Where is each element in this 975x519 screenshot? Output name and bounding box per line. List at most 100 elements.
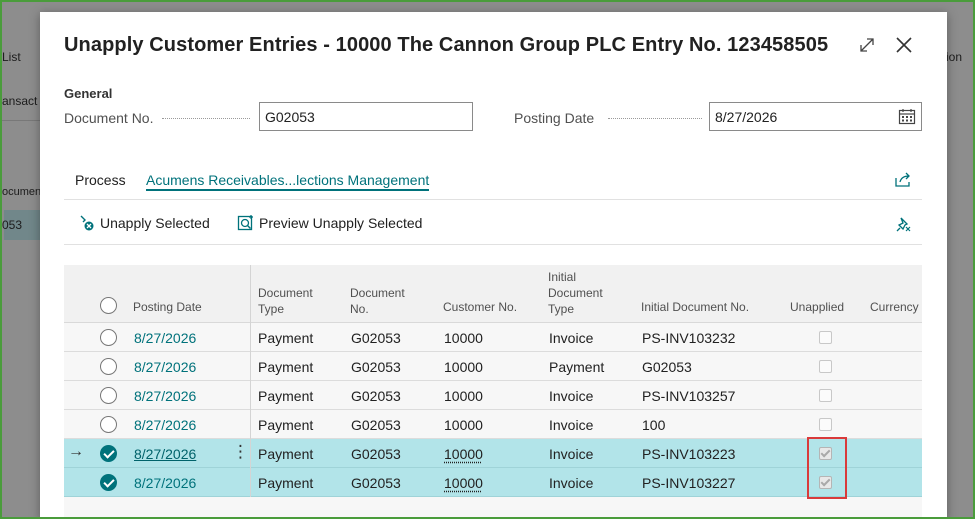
customer-no-cell[interactable]: 10000	[444, 446, 483, 462]
customer-no-cell: 10000	[444, 359, 483, 375]
posting-date-field[interactable]	[709, 102, 922, 131]
row-select-radio[interactable]	[100, 387, 117, 404]
pin-button[interactable]	[895, 215, 913, 238]
posting-date-cell[interactable]: 8/27/2026	[134, 388, 196, 404]
tabs-divider	[64, 199, 922, 200]
col-divider	[250, 439, 251, 468]
customer-no-cell: 10000	[444, 417, 483, 433]
row-select-radio[interactable]	[100, 416, 117, 433]
col-divider	[250, 352, 251, 381]
document-no-cell: G02053	[351, 388, 401, 404]
initial-document-type-cell: Payment	[549, 359, 605, 375]
table-row[interactable]: → 8/27/2026 ⋮ Payment G02053 10000 Invoi…	[64, 439, 922, 468]
document-no-cell: G02053	[351, 417, 401, 433]
annotation-highlight-box	[807, 437, 847, 499]
unapplied-checkbox	[819, 418, 832, 431]
select-all-radio[interactable]	[100, 297, 117, 314]
table-row[interactable]: 8/27/2026 Payment G02053 10000 Invoice P…	[64, 323, 922, 352]
posting-date-leader	[608, 118, 702, 119]
col-divider	[250, 410, 251, 439]
preview-unapply-selected-button[interactable]: Preview Unapply Selected	[237, 214, 422, 232]
row-menu-icon[interactable]: ⋮	[232, 442, 249, 462]
document-no-leader	[162, 118, 250, 119]
col-customer-no[interactable]: Customer No.	[443, 299, 517, 315]
dialog-title: Unapply Customer Entries - 10000 The Can…	[64, 34, 829, 56]
initial-document-type-cell: Invoice	[549, 388, 594, 404]
close-button[interactable]	[891, 32, 917, 58]
col-document-type[interactable]: Document Type	[258, 285, 328, 317]
table-row[interactable]: 8/27/2026 Payment G02053 10000 Invoice P…	[64, 381, 922, 410]
document-no-cell: G02053	[351, 359, 401, 375]
posting-date-cell[interactable]: 8/27/2026	[134, 446, 196, 462]
calendar-icon[interactable]	[898, 108, 916, 126]
document-type-cell: Payment	[258, 388, 314, 404]
unapply-selected-label: Unapply Selected	[100, 215, 210, 231]
unapplied-checkbox	[819, 389, 832, 402]
unapply-icon	[80, 215, 94, 231]
expand-button[interactable]	[854, 32, 880, 58]
document-type-cell: Payment	[258, 475, 314, 491]
initial-document-no-cell: PS-INV103227	[642, 475, 736, 491]
col-initial-document-no[interactable]: Initial Document No.	[641, 299, 749, 315]
table-row[interactable]: 8/27/2026 Payment G02053 10000 Invoice P…	[64, 468, 922, 497]
document-type-cell: Payment	[258, 417, 314, 433]
unapplied-checkbox	[819, 331, 832, 344]
document-type-cell: Payment	[258, 446, 314, 462]
customer-no-cell: 10000	[444, 388, 483, 404]
preview-icon	[237, 215, 253, 231]
initial-document-type-cell: Invoice	[549, 446, 594, 462]
grid-header: Posting Date Document Type Document No. …	[64, 265, 922, 323]
general-group-label: General	[64, 86, 113, 101]
col-document-no[interactable]: Document No.	[350, 285, 420, 317]
customer-no-cell[interactable]: 10000	[444, 475, 483, 491]
actions-divider	[64, 244, 922, 245]
initial-document-no-cell: 100	[642, 417, 666, 433]
document-type-cell: Payment	[258, 330, 314, 346]
col-currency[interactable]: Currency	[870, 299, 919, 315]
document-type-cell: Payment	[258, 359, 314, 375]
row-select-radio[interactable]	[100, 329, 117, 346]
table-row[interactable]: 8/27/2026 Payment G02053 10000 Payment G…	[64, 352, 922, 381]
unapply-selected-button[interactable]: Unapply Selected	[78, 214, 210, 232]
close-icon	[896, 37, 912, 53]
initial-document-no-cell: G02053	[642, 359, 692, 375]
col-divider	[250, 265, 251, 323]
posting-date-cell[interactable]: 8/27/2026	[134, 330, 196, 346]
col-divider	[250, 468, 251, 497]
posting-date-cell[interactable]: 8/27/2026	[134, 359, 196, 375]
tab-process[interactable]: Process	[75, 172, 126, 188]
share-icon	[895, 172, 910, 187]
pin-icon	[896, 217, 911, 232]
initial-document-type-cell: Invoice	[549, 475, 594, 491]
document-no-cell: G02053	[351, 446, 401, 462]
posting-date-cell[interactable]: 8/27/2026	[134, 417, 196, 433]
current-row-arrow-icon: →	[68, 443, 84, 460]
initial-document-no-cell: PS-INV103232	[642, 330, 736, 346]
row-select-radio[interactable]	[100, 445, 117, 462]
tab-acumens-receivables[interactable]: Acumens Receivables...lections Managemen…	[146, 172, 430, 191]
col-divider	[250, 381, 251, 410]
document-no-field[interactable]	[259, 102, 473, 131]
posting-date-cell[interactable]: 8/27/2026	[134, 475, 196, 491]
entries-grid: Posting Date Document Type Document No. …	[64, 265, 922, 519]
col-posting-date[interactable]: Posting Date	[133, 299, 202, 315]
row-select-radio[interactable]	[100, 474, 117, 491]
document-no-cell: G02053	[351, 330, 401, 346]
table-row[interactable]: 8/27/2026 Payment G02053 10000 Invoice 1…	[64, 410, 922, 439]
initial-document-type-cell: Invoice	[549, 330, 594, 346]
posting-date-label: Posting Date	[514, 110, 595, 126]
customer-no-cell: 10000	[444, 330, 483, 346]
share-button[interactable]	[894, 172, 912, 193]
initial-document-no-cell: PS-INV103223	[642, 446, 736, 462]
col-divider	[250, 323, 251, 352]
initial-document-no-cell: PS-INV103257	[642, 388, 736, 404]
col-initial-document-type[interactable]: Initial Document Type	[548, 269, 618, 317]
preview-unapply-selected-label: Preview Unapply Selected	[259, 215, 423, 231]
document-no-cell: G02053	[351, 475, 401, 491]
col-unapplied[interactable]: Unapplied	[790, 299, 844, 315]
document-no-label: Document No.	[64, 110, 154, 126]
unapplied-checkbox	[819, 360, 832, 373]
expand-icon	[860, 38, 874, 52]
row-select-radio[interactable]	[100, 358, 117, 375]
initial-document-type-cell: Invoice	[549, 417, 594, 433]
